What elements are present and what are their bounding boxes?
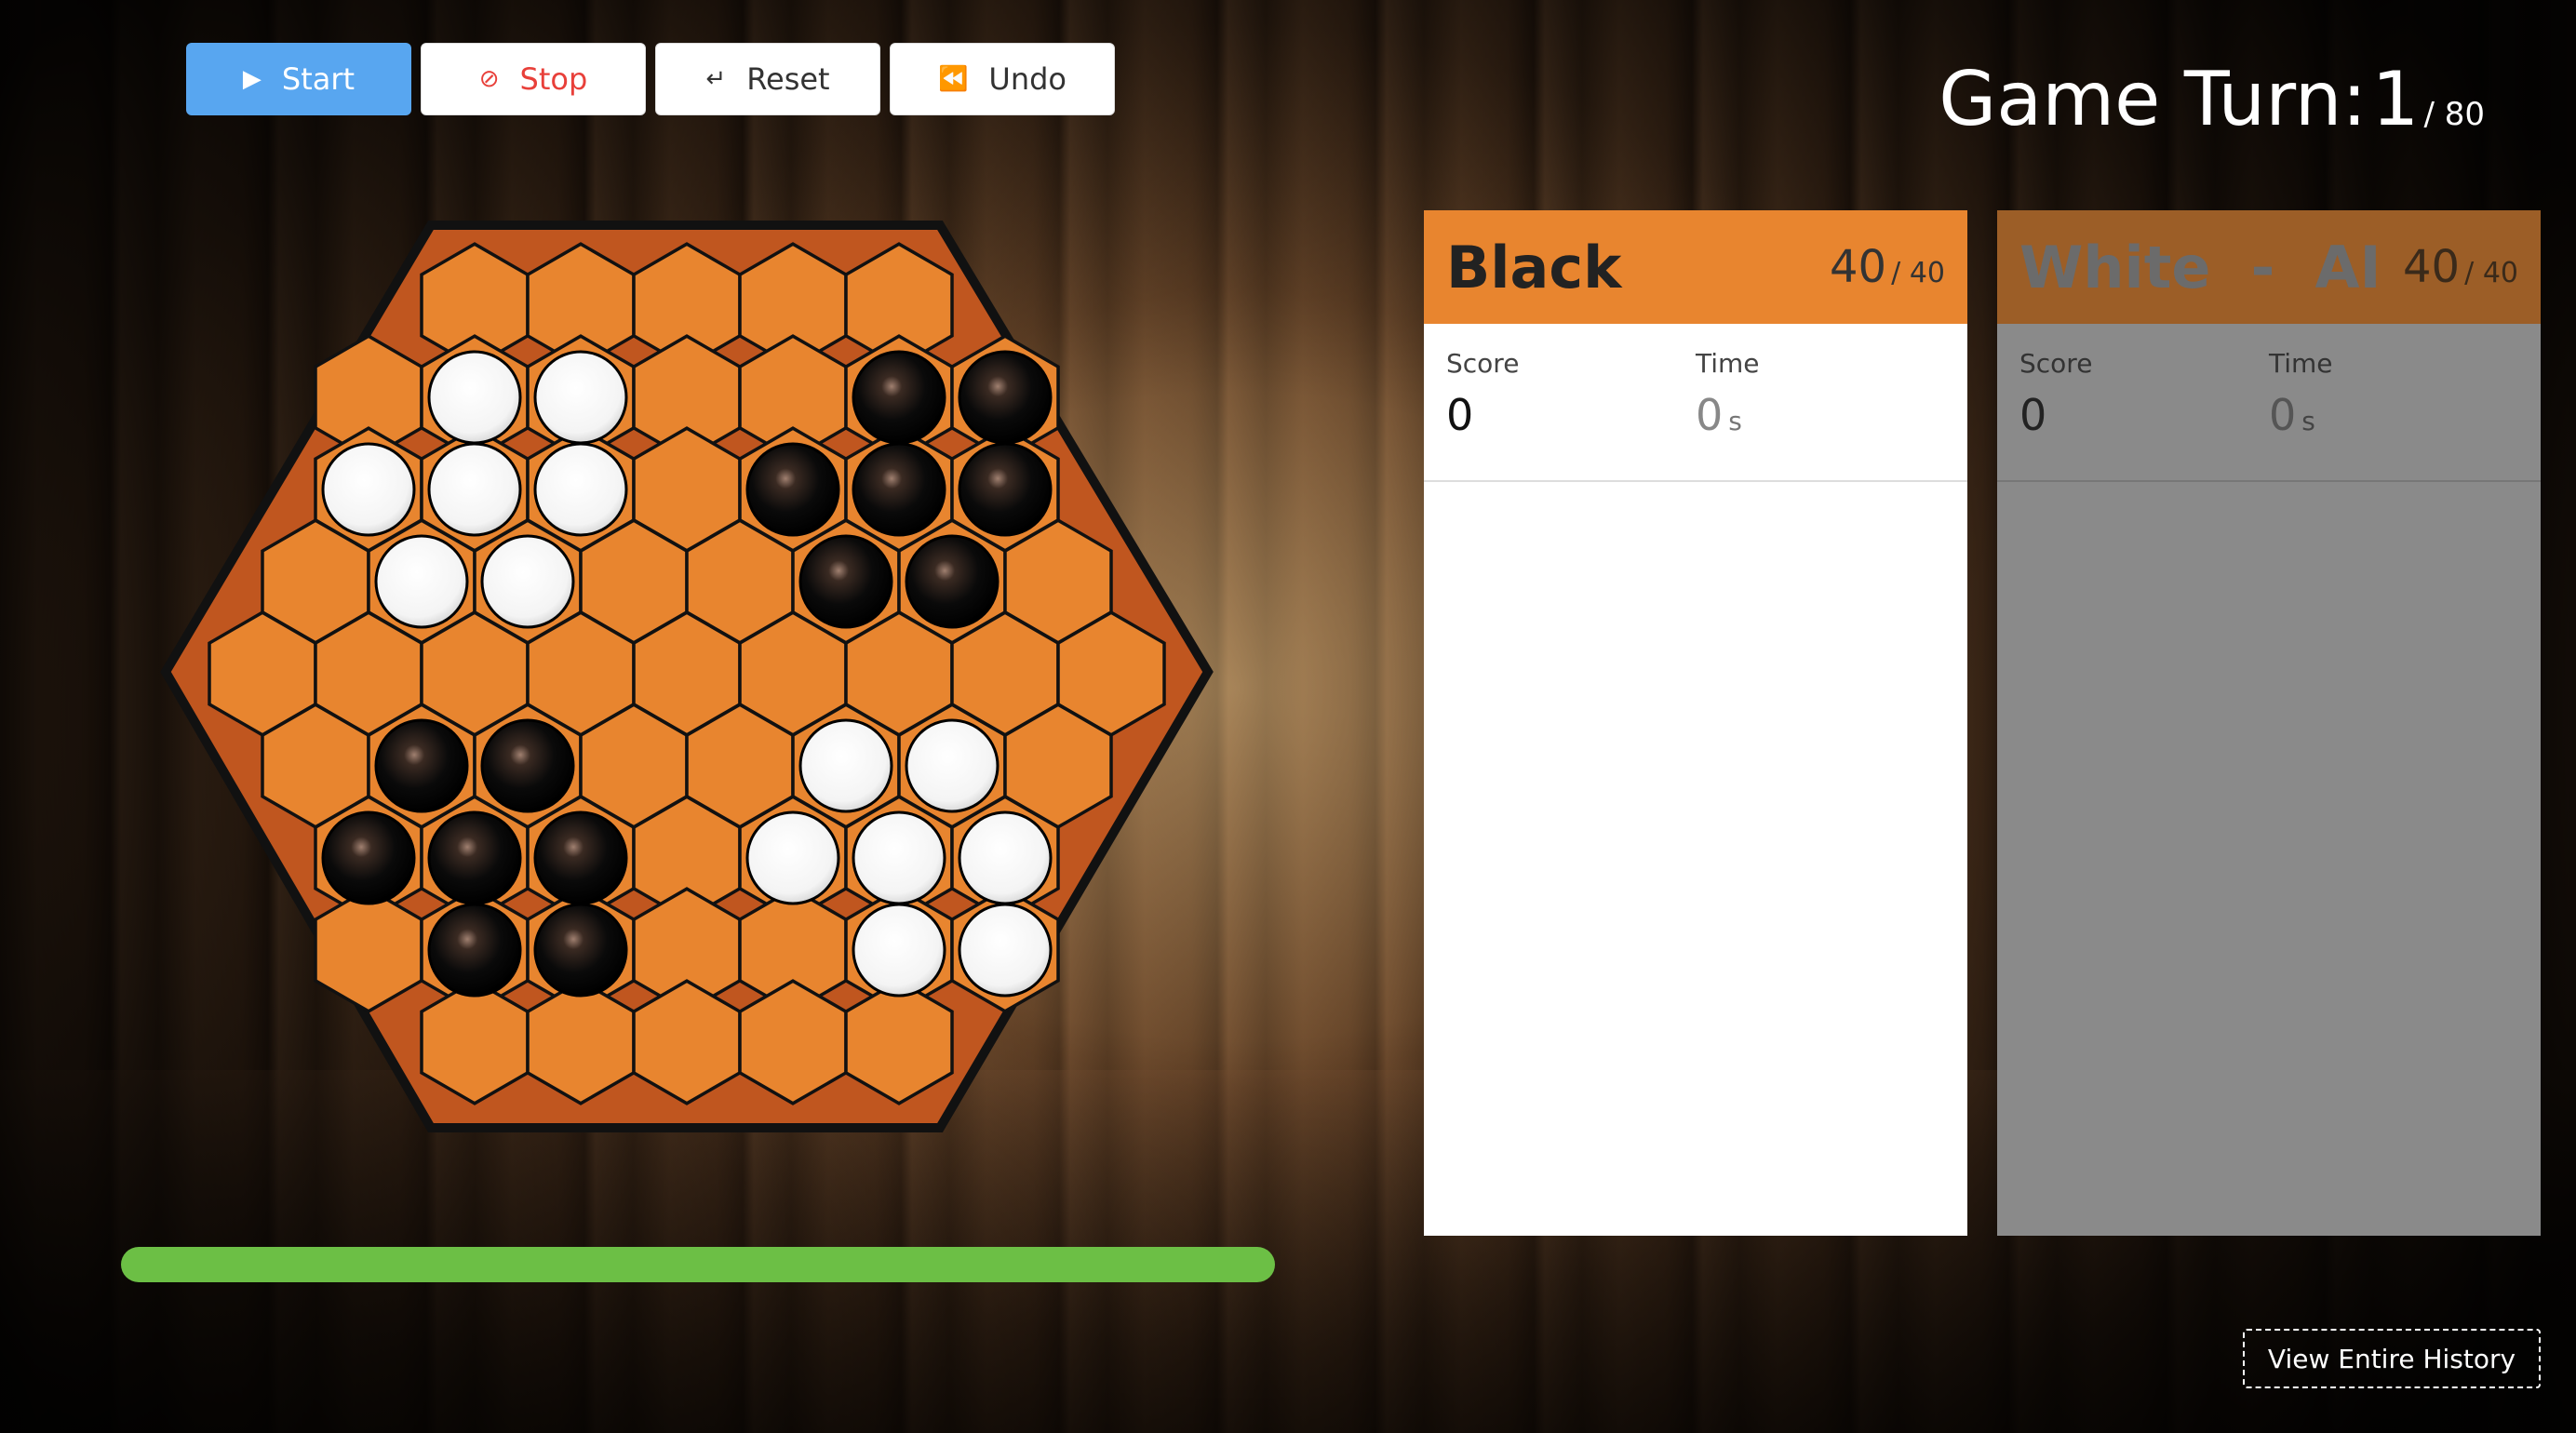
black-stone[interactable] [533,810,628,905]
time-value: 0s [2269,390,2518,440]
score-stat: Score 0 [2019,348,2269,480]
toolbar: ▶ Start ⊘ Stop ↵ Reset ⏪ Undo [186,43,1115,115]
black-stone[interactable] [427,810,522,905]
time-stat: Time 0s [1696,348,1945,480]
time-stat: Time 0s [2269,348,2518,480]
white-stone[interactable] [745,810,840,905]
black-stone[interactable] [958,350,1053,445]
time-label: Time [2269,348,2333,379]
player-stats: Score 0 Time 0s [1424,324,1967,482]
score-value: 0 [2019,390,2047,440]
white-stone[interactable] [533,442,628,537]
white-stone[interactable] [958,903,1053,998]
score-value: 0 [1446,390,1474,440]
start-label: Start [281,61,356,97]
white-stone[interactable] [852,810,946,905]
white-stone[interactable] [905,718,1000,813]
time-label: Time [1696,348,1760,379]
white-stone[interactable] [533,350,628,445]
time-number: 0 [1696,390,1724,440]
score-label: Score [1446,348,1520,379]
player-stats: Score 0 Time 0s [1997,324,2541,482]
black-stone[interactable] [480,718,575,813]
white-stone[interactable] [798,718,893,813]
piece-count-total: / 40 [2464,257,2518,289]
view-history-button[interactable]: View Entire History [2243,1329,2541,1388]
white-stone[interactable] [427,442,522,537]
rewind-icon: ⏪ [938,65,969,93]
white-stone[interactable] [321,442,416,537]
turn-progress-bar [121,1247,1275,1282]
reset-label: Reset [746,61,830,97]
player-panel-white-ai: White - AI 40 / 40 Score 0 Time 0s [1997,210,2541,1236]
black-stone[interactable] [958,442,1053,537]
black-stone[interactable] [852,442,946,537]
black-stone[interactable] [321,810,416,905]
time-unit: s [2301,406,2315,436]
white-stone[interactable] [374,534,469,629]
game-turn-total: / 80 [2423,96,2485,133]
black-stone[interactable] [852,350,946,445]
piece-count: 40 / 40 [2403,241,2518,293]
player-name: White - AI [2019,233,2381,301]
piece-count-value: 40 [1830,241,1887,293]
undo-label: Undo [988,61,1067,97]
stop-button[interactable]: ⊘ Stop [421,43,646,115]
black-stone[interactable] [427,903,522,998]
player-panel-black: Black 40 / 40 Score 0 Time 0s [1424,210,1967,1236]
white-stone[interactable] [958,810,1053,905]
white-stone[interactable] [427,350,522,445]
stop-label: Stop [519,61,588,97]
start-button[interactable]: ▶ Start [186,43,411,115]
hex-game-board [160,221,1214,1132]
black-stone[interactable] [745,442,840,537]
undo-button[interactable]: ⏪ Undo [890,43,1115,115]
white-stone[interactable] [852,903,946,998]
game-turn-label: Game Turn: [1939,56,2368,142]
game-turn-current: 1 [2371,56,2420,142]
black-stone[interactable] [798,534,893,629]
piece-count-total: / 40 [1891,257,1945,289]
player-header: Black 40 / 40 [1424,210,1967,324]
reset-icon: ↵ [705,65,727,93]
view-history-label: View Entire History [2267,1343,2516,1374]
black-stone[interactable] [905,534,1000,629]
white-stone[interactable] [480,534,575,629]
piece-count: 40 / 40 [1830,241,1945,293]
time-number: 0 [2269,390,2297,440]
black-stone[interactable] [533,903,628,998]
time-unit: s [1728,406,1742,436]
black-stone[interactable] [374,718,469,813]
prohibited-icon: ⊘ [478,65,500,93]
piece-count-value: 40 [2403,241,2461,293]
score-stat: Score 0 [1446,348,1696,480]
game-turn-indicator: Game Turn: 1 / 80 [1939,56,2485,142]
reset-button[interactable]: ↵ Reset [655,43,880,115]
player-header: White - AI 40 / 40 [1997,210,2541,324]
time-value: 0s [1696,390,1945,440]
play-icon: ▶ [242,65,262,93]
player-name: Black [1446,233,1622,301]
score-label: Score [2019,348,2093,379]
